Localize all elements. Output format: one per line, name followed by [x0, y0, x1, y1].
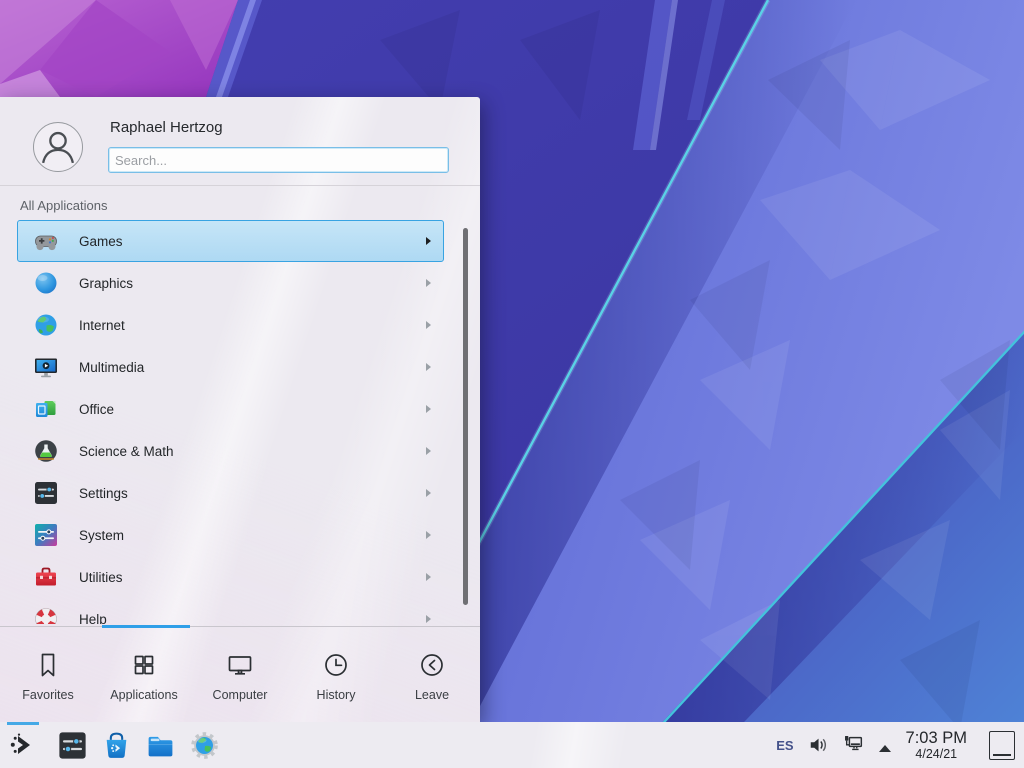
keyboard-layout-indicator[interactable]: ES: [776, 738, 793, 753]
bookmark-icon: [33, 650, 63, 680]
tab-computer[interactable]: Computer: [192, 627, 288, 722]
submenu-arrow-icon: [426, 363, 431, 371]
submenu-arrow-icon: [426, 237, 431, 245]
menu-item-settings[interactable]: Settings: [17, 472, 444, 514]
application-launcher-menu: Raphael Hertzog All Applications Games: [0, 97, 480, 722]
menu-item-utilities[interactable]: Utilities: [17, 556, 444, 598]
flask-icon: [33, 438, 59, 464]
network-icon[interactable]: [843, 734, 865, 756]
clock-time: 7:03 PM: [906, 729, 967, 747]
taskbar: ES 7:03 PM 4/24/21: [0, 722, 1024, 768]
menu-item-label: Internet: [79, 318, 426, 333]
menu-item-label: Graphics: [79, 276, 426, 291]
tab-label: Leave: [415, 688, 449, 702]
expand-tray-icon[interactable]: [878, 740, 892, 750]
kde-launcher-icon: [8, 730, 38, 760]
tab-favorites[interactable]: Favorites: [0, 627, 96, 722]
menu-item-label: Help: [79, 612, 426, 625]
submenu-arrow-icon: [426, 531, 431, 539]
launcher-header: Raphael Hertzog: [0, 97, 480, 185]
menu-item-label: Games: [79, 234, 426, 249]
submenu-arrow-icon: [426, 489, 431, 497]
menu-item-label: Multimedia: [79, 360, 426, 375]
menu-item-label: Settings: [79, 486, 426, 501]
taskbar-launcher-button[interactable]: [5, 722, 41, 768]
tab-applications[interactable]: Applications: [96, 627, 192, 722]
tab-label: History: [317, 688, 356, 702]
show-desktop-button[interactable]: [989, 731, 1015, 760]
application-category-list: Games Graphics: [0, 220, 480, 624]
launcher-tab-bar: Favorites Applications Computer: [0, 626, 480, 722]
clock-date: 4/24/21: [906, 747, 967, 761]
menu-item-multimedia[interactable]: Multimedia: [17, 346, 444, 388]
applications-grid-icon: [129, 650, 159, 680]
tab-label: Computer: [213, 688, 268, 702]
scrollbar[interactable]: [463, 228, 468, 605]
submenu-arrow-icon: [426, 447, 431, 455]
user-avatar[interactable]: [33, 122, 83, 172]
toolbox-icon: [33, 564, 59, 590]
sliders-icon: [33, 480, 59, 506]
menu-item-label: Utilities: [79, 570, 426, 585]
menu-item-label: Science & Math: [79, 444, 426, 459]
system-sliders-icon: [33, 522, 59, 548]
search-input[interactable]: [108, 147, 449, 173]
discover-store-icon[interactable]: [101, 730, 132, 761]
menu-item-label: Office: [79, 402, 426, 417]
submenu-arrow-icon: [426, 573, 431, 581]
submenu-arrow-icon: [426, 279, 431, 287]
lifebuoy-icon: [33, 606, 59, 624]
system-settings-icon[interactable]: [57, 730, 88, 761]
menu-item-science-math[interactable]: Science & Math: [17, 430, 444, 472]
tab-label: Applications: [110, 688, 177, 702]
tab-history[interactable]: History: [288, 627, 384, 722]
history-clock-icon: [321, 650, 351, 680]
menu-item-label: System: [79, 528, 426, 543]
submenu-arrow-icon: [426, 321, 431, 329]
active-tab-indicator: [102, 625, 190, 628]
documents-icon: [33, 396, 59, 422]
menu-item-system[interactable]: System: [17, 514, 444, 556]
tab-label: Favorites: [22, 688, 73, 702]
menu-item-office[interactable]: Office: [17, 388, 444, 430]
menu-item-games[interactable]: Games: [17, 220, 444, 262]
desktop: Raphael Hertzog All Applications Games: [0, 0, 1024, 768]
user-name: Raphael Hertzog: [110, 119, 223, 136]
dolphin-file-manager-icon[interactable]: [145, 730, 176, 761]
section-label: All Applications: [20, 198, 107, 213]
menu-item-graphics[interactable]: Graphics: [17, 262, 444, 304]
computer-icon: [225, 650, 255, 680]
paint-sphere-icon: [33, 270, 59, 296]
submenu-arrow-icon: [426, 615, 431, 623]
leave-icon: [417, 650, 447, 680]
header-separator: [0, 185, 480, 186]
user-icon: [34, 123, 82, 171]
globe-icon: [33, 312, 59, 338]
submenu-arrow-icon: [426, 405, 431, 413]
menu-item-help[interactable]: Help: [17, 598, 444, 624]
media-player-icon: [33, 354, 59, 380]
taskbar-clock[interactable]: 7:03 PM 4/24/21: [906, 729, 967, 761]
volume-icon[interactable]: [808, 734, 830, 756]
gamepad-icon: [33, 228, 59, 254]
konqueror-browser-icon[interactable]: [189, 730, 220, 761]
menu-item-internet[interactable]: Internet: [17, 304, 444, 346]
tab-leave[interactable]: Leave: [384, 627, 480, 722]
launcher-active-indicator: [7, 722, 39, 725]
